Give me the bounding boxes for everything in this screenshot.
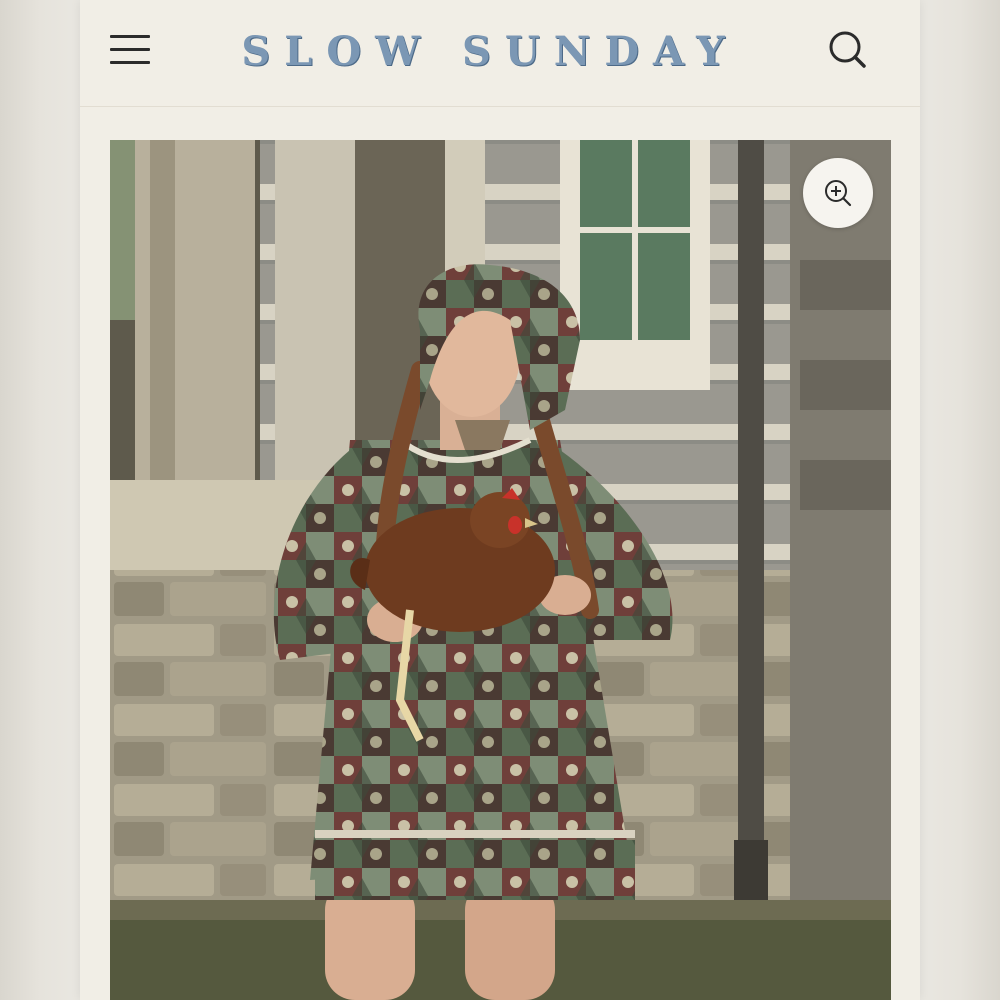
brand-logo[interactable]: SLOW SUNDAY	[190, 22, 790, 82]
menu-line	[110, 61, 150, 64]
search-icon[interactable]	[826, 28, 870, 72]
product-photo	[110, 140, 891, 1000]
mobile-page: SLOW SUNDAY	[80, 0, 920, 1000]
menu-line	[110, 35, 150, 38]
menu-line	[110, 48, 150, 51]
search-icon-graphic	[829, 31, 866, 68]
product-image[interactable]	[110, 140, 891, 1000]
hamburger-menu-icon[interactable]	[110, 33, 150, 67]
zoom-in-button[interactable]	[803, 158, 873, 228]
site-header: SLOW SUNDAY	[80, 0, 920, 107]
zoom-in-icon	[825, 180, 852, 207]
